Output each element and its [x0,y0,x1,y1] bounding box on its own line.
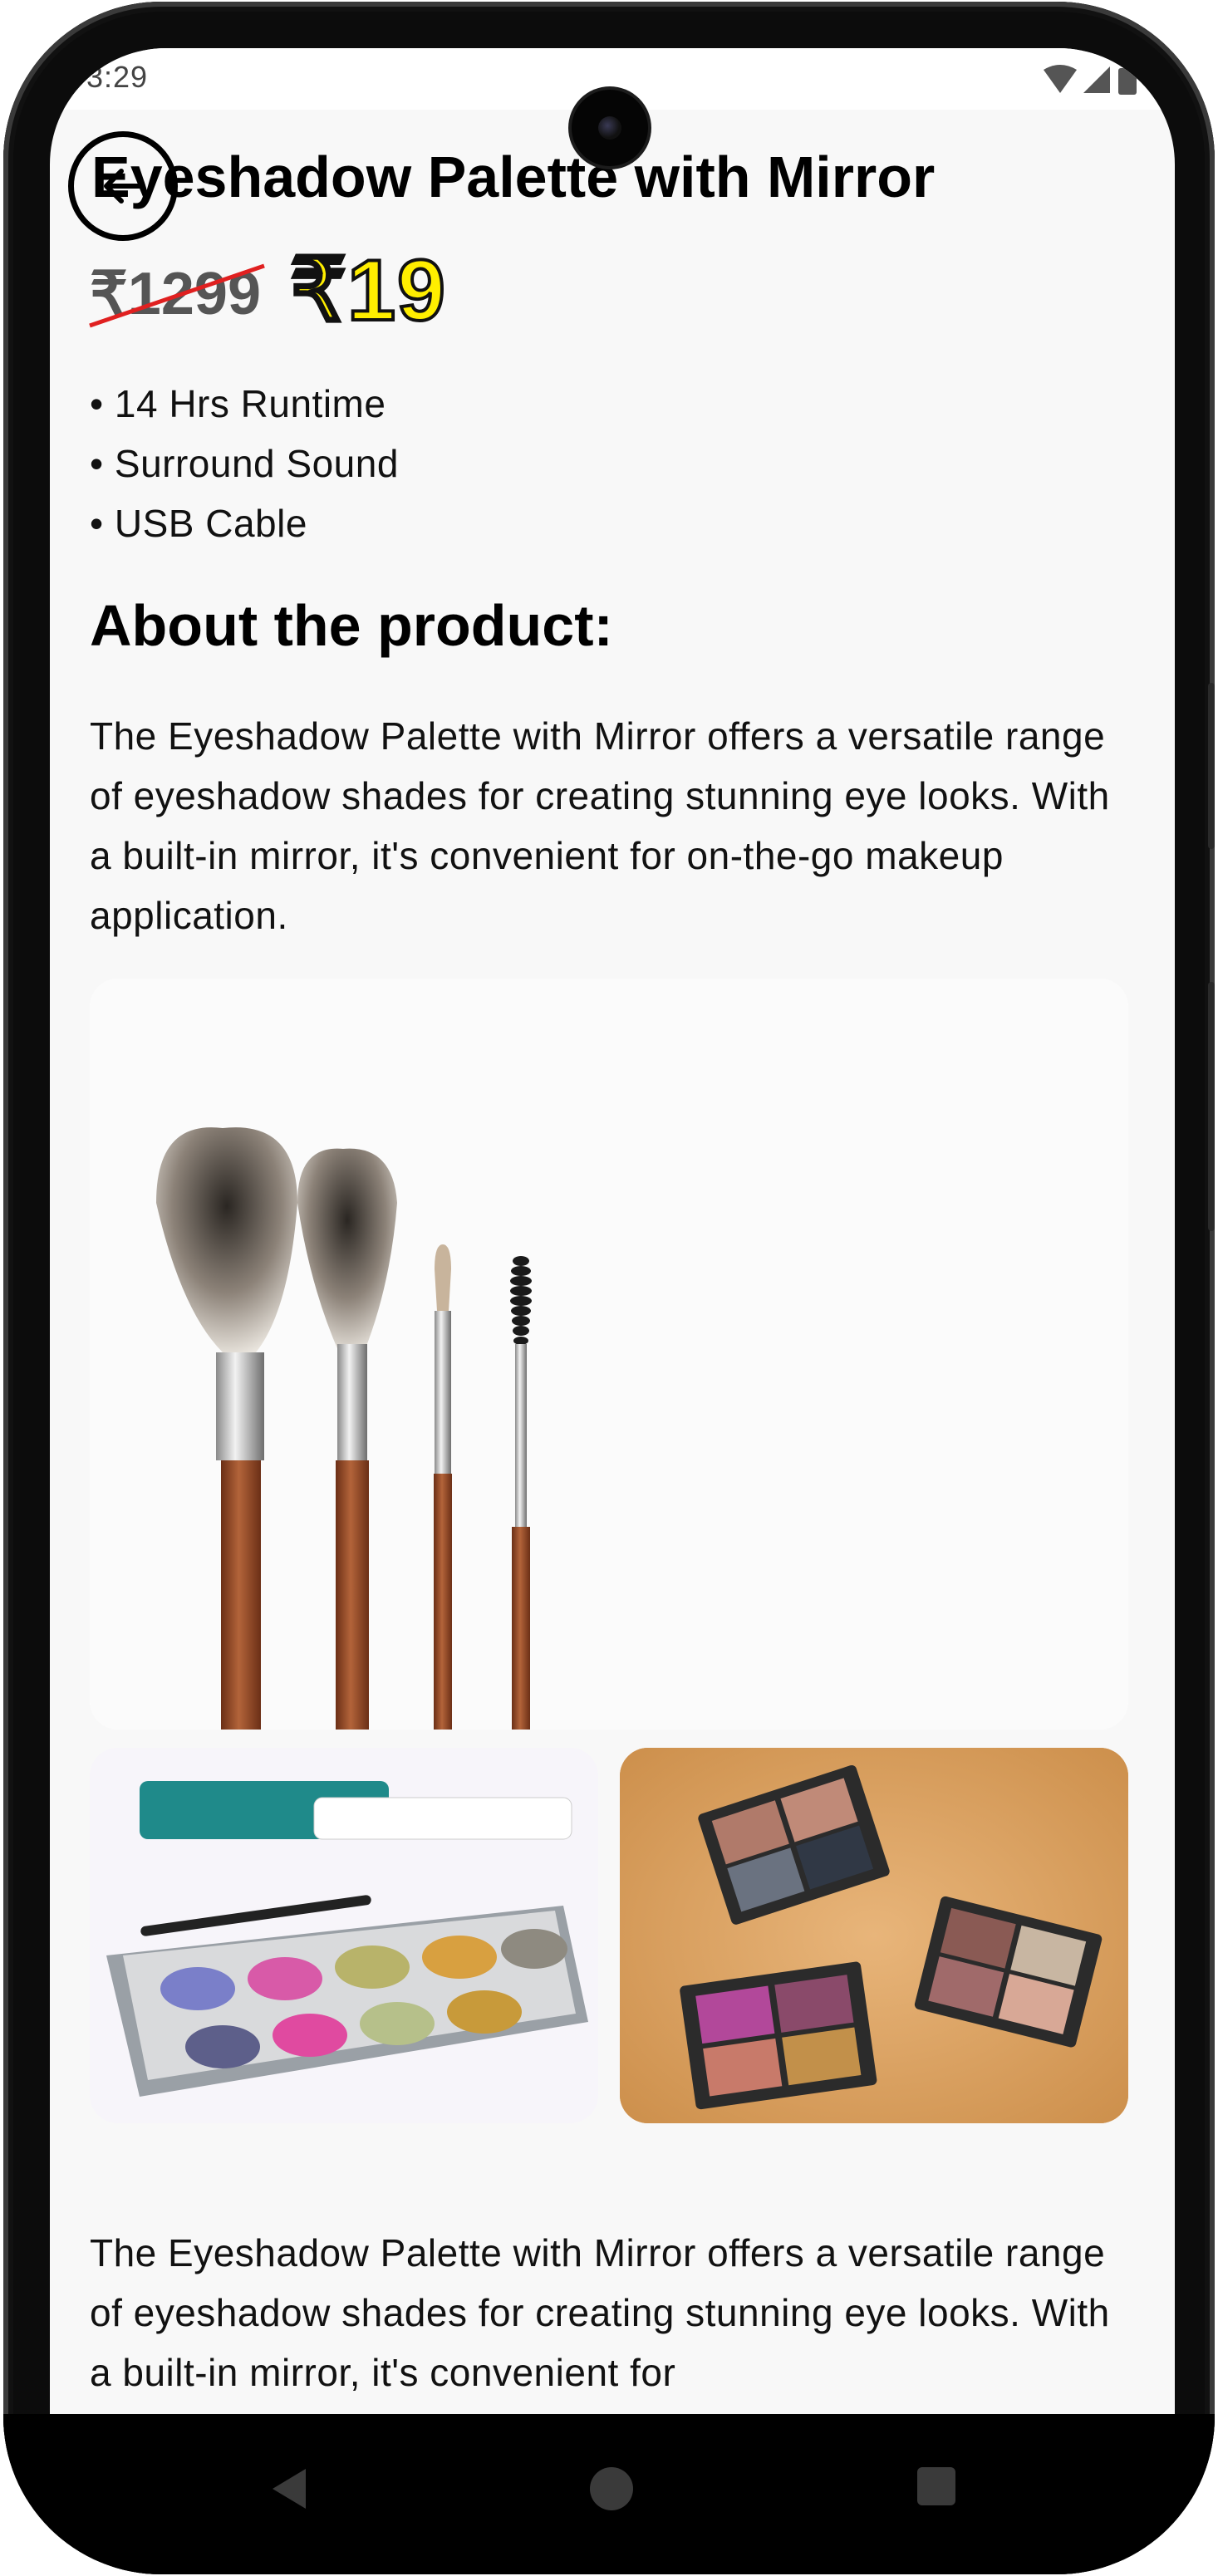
product-description: The Eyeshadow Palette with Mirror offers… [90,714,1110,937]
app-screen: 3:29 Eyeshadow Palette with Mirror ₹1299… [50,48,1175,2414]
sale-price: ₹19 [289,243,447,339]
about-heading: About the product: [90,593,613,658]
phone-frame: 3:29 Eyeshadow Palette with Mirror ₹1299… [3,2,1215,2574]
signal-icon [1083,66,1110,93]
volume-button [1208,683,1215,849]
wifi-icon [1044,65,1077,93]
status-icons [1044,65,1137,95]
back-button[interactable] [68,131,178,241]
front-camera [572,90,648,166]
product-description-repeat: The Eyeshadow Palette with Mirror offers… [90,2231,1110,2394]
eyeshadow-palette-illustration [90,1748,598,2123]
eyeshadow-quads-illustration [620,1748,1128,2123]
triangle-back-icon[interactable] [268,2466,309,2512]
battery-icon [1118,68,1137,95]
circle-home-icon[interactable] [588,2466,635,2512]
feature-list: • 14 Hrs Runtime • Surround Sound • USB … [90,374,399,553]
system-nav-bar [3,2414,1215,2574]
eyeshadow-quads-photo[interactable] [620,1748,1128,2123]
makeup-brushes-photo[interactable] [90,979,1128,1730]
square-recent-icon[interactable] [916,2466,957,2507]
eyeshadow-palette-photo[interactable] [90,1748,598,2123]
makeup-brushes-illustration [90,979,1128,1730]
price-strike-line [89,263,265,328]
status-time: 3:29 [86,60,149,94]
power-button [1208,982,1215,1231]
feature-item: • Surround Sound [90,442,399,485]
arrow-left-icon [104,169,142,204]
feature-item: • USB Cable [90,502,307,545]
feature-item: • 14 Hrs Runtime [90,382,386,425]
